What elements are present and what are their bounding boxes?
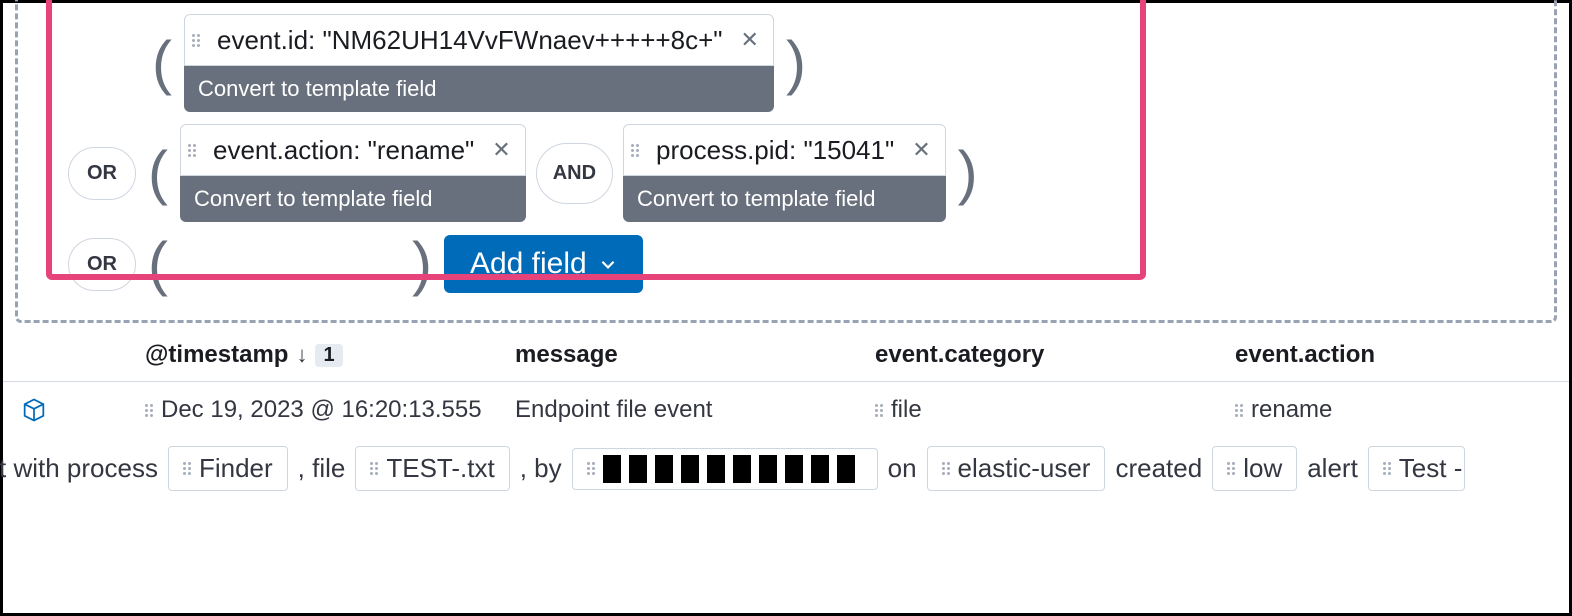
token-value: low [1243, 453, 1282, 484]
drag-handle-icon[interactable] [942, 462, 950, 475]
column-header-label: @timestamp [145, 341, 288, 369]
drag-handle-icon[interactable] [185, 15, 203, 65]
query-row-3: OR ( ) Add field [68, 234, 1532, 294]
drag-handle-icon[interactable] [145, 404, 153, 417]
table-header: @timestamp ↓ 1 message event.category ev… [3, 323, 1569, 381]
drag-handle-icon[interactable] [183, 462, 191, 475]
column-header-timestamp[interactable]: @timestamp ↓ 1 [145, 341, 515, 369]
drag-handle-icon[interactable] [370, 462, 378, 475]
paren-open: ( [146, 143, 170, 203]
cell-message: Endpoint file event [515, 396, 875, 424]
paren-open: ( [150, 33, 174, 93]
token-process[interactable]: Finder [168, 446, 288, 491]
convert-to-template-button[interactable]: Convert to template field [623, 176, 946, 222]
sentence-text: alert [1307, 453, 1358, 484]
drag-handle-icon[interactable] [181, 125, 199, 175]
sentence-text: t with process [0, 453, 158, 484]
column-header-message[interactable]: message [515, 341, 875, 369]
table-row[interactable]: Dec 19, 2023 @ 16:20:13.555 Endpoint fil… [3, 382, 1569, 438]
paren-close: ) [784, 33, 808, 93]
field-chip-process-pid[interactable]: process.pid: "15041" ✕ [623, 124, 946, 176]
field-chip-text: event.action: "rename" [199, 135, 488, 166]
token-value: elastic-user [958, 453, 1091, 484]
token-user[interactable] [572, 448, 878, 490]
paren-open: ( [146, 234, 170, 294]
sentence-text: , file [298, 453, 346, 484]
paren-close: ) [410, 234, 434, 294]
expand-row-icon[interactable] [15, 396, 53, 424]
close-icon[interactable]: ✕ [488, 137, 524, 163]
token-file[interactable]: TEST-.txt [355, 446, 509, 491]
field-chip-event-id[interactable]: event.id: "NM62UH14VvFWnaev+++++8c+" ✕ [184, 14, 774, 66]
sort-arrow-down-icon: ↓ [296, 342, 307, 368]
token-severity[interactable]: low [1212, 446, 1297, 491]
cell-action: rename [1235, 396, 1557, 424]
sentence-text: on [888, 453, 917, 484]
add-field-label: Add field [470, 247, 587, 281]
field-block-process-pid: process.pid: "15041" ✕ Convert to templa… [623, 124, 946, 222]
token-value: Test - [1399, 453, 1463, 484]
field-block-event-action: event.action: "rename" ✕ Convert to temp… [180, 124, 526, 222]
sentence-text: , by [520, 453, 562, 484]
sort-priority-badge: 1 [315, 344, 342, 367]
cell-value: rename [1251, 396, 1332, 424]
token-host[interactable]: elastic-user [927, 446, 1106, 491]
field-chip-event-action[interactable]: event.action: "rename" ✕ [180, 124, 526, 176]
field-chip-text: process.pid: "15041" [642, 135, 908, 166]
query-builder-panel: ( event.id: "NM62UH14VvFWnaev+++++8c+" ✕… [15, 0, 1557, 323]
chevron-down-icon [599, 255, 617, 273]
drag-handle-icon[interactable] [875, 404, 883, 417]
or-operator[interactable]: OR [68, 147, 136, 200]
token-rule[interactable]: Test - [1368, 446, 1466, 491]
event-sentence: t with process Finder , file TEST-.txt ,… [0, 438, 1569, 491]
cell-category: file [875, 396, 1235, 424]
and-operator[interactable]: AND [536, 143, 613, 204]
paren-close: ) [956, 143, 980, 203]
field-block-event-id: event.id: "NM62UH14VvFWnaev+++++8c+" ✕ C… [184, 14, 774, 112]
drag-handle-icon[interactable] [624, 125, 642, 175]
sentence-text: created [1115, 453, 1202, 484]
close-icon[interactable]: ✕ [737, 27, 773, 53]
token-value: Finder [199, 453, 273, 484]
query-row-2: OR ( event.action: "rename" ✕ Convert to… [68, 124, 1532, 222]
drag-handle-icon[interactable] [587, 462, 595, 475]
or-operator[interactable]: OR [68, 238, 136, 291]
cell-value: file [891, 396, 922, 424]
column-header-action[interactable]: event.action [1235, 341, 1557, 369]
drag-handle-icon[interactable] [1227, 462, 1235, 475]
drag-handle-icon[interactable] [1235, 404, 1243, 417]
add-field-button[interactable]: Add field [444, 235, 643, 293]
token-value: TEST-.txt [386, 453, 494, 484]
close-icon[interactable]: ✕ [908, 137, 944, 163]
cell-value: Dec 19, 2023 @ 16:20:13.555 [161, 396, 482, 424]
field-chip-text: event.id: "NM62UH14VvFWnaev+++++8c+" [203, 25, 737, 56]
convert-to-template-button[interactable]: Convert to template field [180, 176, 526, 222]
column-header-category[interactable]: event.category [875, 341, 1235, 369]
drag-handle-icon[interactable] [1383, 462, 1391, 475]
cell-timestamp: Dec 19, 2023 @ 16:20:13.555 [145, 396, 515, 424]
convert-to-template-button[interactable]: Convert to template field [184, 66, 774, 112]
query-row-1: ( event.id: "NM62UH14VvFWnaev+++++8c+" ✕… [150, 14, 1532, 112]
redacted-user [603, 455, 863, 483]
